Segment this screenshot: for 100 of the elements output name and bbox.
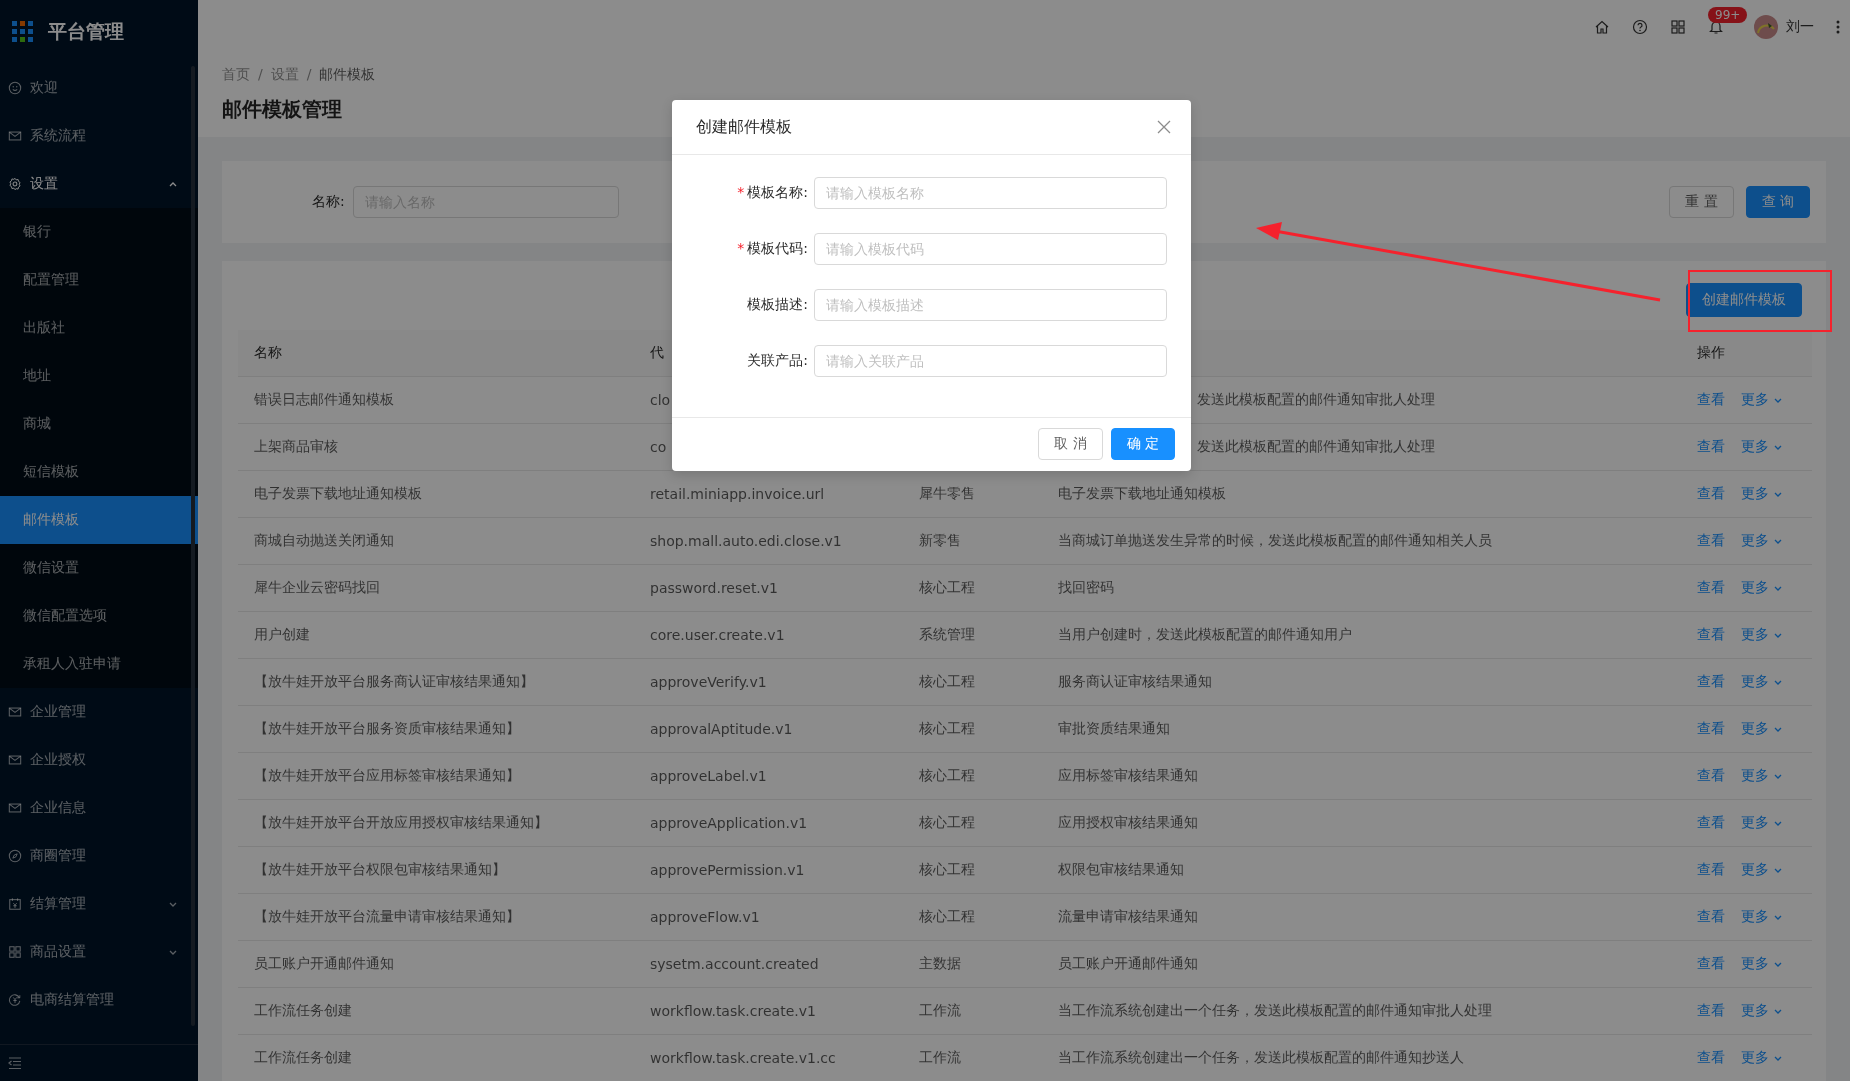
more-dropdown[interactable]: 更多 [1741,720,1783,738]
table-cell: 核心工程 [919,861,975,879]
view-link[interactable]: 查看 [1697,579,1725,597]
table-cell: 当商城订单抛送发生异常的时候，发送此模板配置的邮件通知相关人员 [1058,532,1492,550]
breadcrumb-item[interactable]: 首页 [222,66,250,84]
required-mark: * [737,184,745,202]
table-cell: 流量申请审核结果通知 [1058,908,1198,926]
more-dropdown[interactable]: 更多 [1741,1049,1783,1067]
table-cell: 用户创建 [238,612,634,659]
table-cell: 工作流任务创建 [238,1035,634,1081]
table-cell: 员工账户开通邮件通知 [1058,955,1198,973]
table-cell: 犀牛零售 [919,485,975,503]
table-cell: 核心工程 [919,767,975,785]
table-cell: 系统管理 [919,626,975,644]
breadcrumb-separator: / [258,66,263,84]
table-cell: 工作流 [919,1002,961,1020]
view-link[interactable]: 查看 [1697,908,1725,926]
view-link[interactable]: 查看 [1697,485,1725,503]
table-cell: approveFlow.v1 [634,894,903,941]
table-cell: shop.mall.auto.edi.close.v1 [634,518,903,565]
table-cell: 商城自动抛送关闭通知 [238,518,634,565]
more-dropdown[interactable]: 更多 [1741,861,1783,879]
required-mark: * [737,240,745,258]
table-cell: 当工作流系统创建出一个任务，发送此模板配置的邮件通知审批人处理 [1058,1002,1492,1020]
text-input-field[interactable]: 请输入模板描述 [814,289,1167,321]
table-cell: core.user.create.v1 [634,612,903,659]
text-input-field[interactable]: 请输入模板名称 [814,177,1167,209]
table-cell: 【放牛娃开放平台应用标签审核结果通知】 [238,753,634,800]
view-link[interactable]: 查看 [1697,955,1725,973]
view-link[interactable]: 查看 [1697,391,1725,409]
apps-icon[interactable] [1670,19,1686,35]
cancel-button[interactable]: 取 消 [1038,428,1103,460]
table-cell: 工作流 [919,1049,961,1067]
more-dropdown[interactable]: 更多 [1741,391,1783,409]
more-dropdown[interactable]: 更多 [1741,908,1783,926]
more-dropdown[interactable]: 更多 [1741,814,1783,832]
table-cell: 核心工程 [919,579,975,597]
table-cell: 找回密码 [1058,579,1114,597]
view-link[interactable]: 查看 [1697,814,1725,832]
table-cell: 工作流任务创建 [238,988,634,1035]
view-link[interactable]: 查看 [1697,720,1725,738]
table-cell: 犀牛企业云密码找回 [238,565,634,612]
submenu-item[interactable]: 邮件模板 [0,496,198,544]
app-title: 平台管理 [48,19,124,44]
table-cell: 电子发票下载地址通知模板 [238,471,634,518]
reset-button[interactable]: 重 置 [1669,186,1734,218]
user-name[interactable]: 刘一 [1786,18,1814,36]
table-cell: 核心工程 [919,814,975,832]
table-cell: 核心工程 [919,908,975,926]
table-cell: approveLabel.v1 [634,753,903,800]
table-cell: 服务商认证审核结果通知 [1058,673,1212,691]
page-title: 邮件模板管理 [222,96,342,123]
field-label: 名称: [312,193,345,211]
table-cell: 发送此模板配置的邮件通知审批人处理 [1197,438,1435,456]
text-input-field[interactable]: 请输入模板代码 [814,233,1167,265]
more-dropdown[interactable]: 更多 [1741,485,1783,503]
view-link[interactable]: 查看 [1697,532,1725,550]
avatar-icon[interactable] [1754,15,1778,39]
view-link[interactable]: 查看 [1697,626,1725,644]
close-icon[interactable] [1157,120,1171,134]
home-icon[interactable] [1594,19,1610,35]
text-input-field[interactable]: 请输入关联产品 [814,345,1167,377]
more-icon[interactable] [1836,19,1840,35]
more-dropdown[interactable]: 更多 [1741,532,1783,550]
more-dropdown[interactable]: 更多 [1741,767,1783,785]
confirm-button[interactable]: 确 定 [1110,428,1175,460]
more-dropdown[interactable]: 更多 [1741,579,1783,597]
field-label: 模板描述: [747,296,808,314]
table-cell: 【放牛娃开放平台服务资质审核结果通知】 [238,706,634,753]
create-template-button[interactable]: 创建邮件模板 [1686,283,1802,317]
table-cell: 发送此模板配置的邮件通知审批人处理 [1197,391,1435,409]
field-label: 关联产品: [747,352,808,370]
breadcrumb-item: 邮件模板 [319,66,376,84]
view-link[interactable]: 查看 [1697,438,1725,456]
table-cell: 审批资质结果通知 [1058,720,1170,738]
view-link[interactable]: 查看 [1697,1049,1725,1067]
breadcrumb-item[interactable]: 设置 [270,66,299,84]
help-icon[interactable] [1632,19,1648,35]
table-cell: 错误日志邮件通知模板 [238,377,634,424]
view-link[interactable]: 查看 [1697,861,1725,879]
more-dropdown[interactable]: 更多 [1741,955,1783,973]
table-cell: 应用标签审核结果通知 [1058,767,1198,785]
view-link[interactable]: 查看 [1697,1002,1725,1020]
table-cell: 核心工程 [919,673,975,691]
more-dropdown[interactable]: 更多 [1741,438,1783,456]
more-dropdown[interactable]: 更多 [1741,1002,1783,1020]
view-link[interactable]: 查看 [1697,767,1725,785]
more-dropdown[interactable]: 更多 [1741,673,1783,691]
table-cell: approveApplication.v1 [634,800,903,847]
table-cell: password.reset.v1 [634,565,903,612]
table-cell: 【放牛娃开放平台开放应用授权审核结果通知】 [238,800,634,847]
table-cell: 当工作流系统创建出一个任务，发送此模板配置的邮件通知抄送人 [1058,1049,1464,1067]
more-dropdown[interactable]: 更多 [1741,626,1783,644]
search-button[interactable]: 查 询 [1745,186,1810,218]
table-cell: approvePermission.v1 [634,847,903,894]
table-cell: approvalAptitude.v1 [634,706,903,753]
view-link[interactable]: 查看 [1697,673,1725,691]
table-cell: 当用户创建时，发送此模板配置的邮件通知用户 [1058,626,1352,644]
table-cell: sysetm.account.created [634,941,903,988]
notification-badge: 99+ [1708,7,1748,23]
